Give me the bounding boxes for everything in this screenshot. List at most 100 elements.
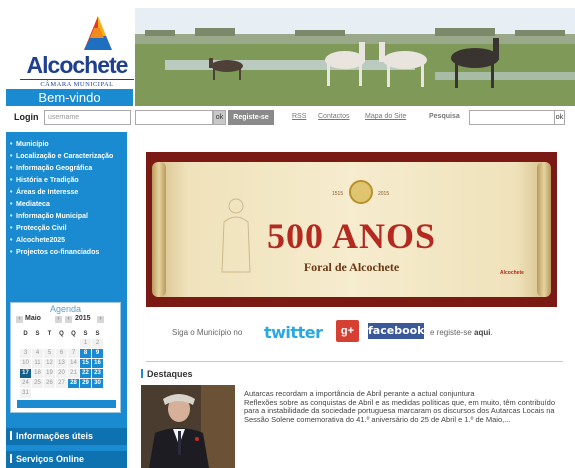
sidebar-item-informacao-municipal[interactable]: • Informação Municipal [6,211,127,223]
calendar-day[interactable]: 6 [56,349,67,358]
calendar-day[interactable]: 30 [92,379,103,388]
sidebar-item-historia[interactable]: • História e Tradição [6,175,127,187]
next-year-arrow-icon[interactable]: › [97,316,104,323]
poster-subtitle: Foral de Alcochete [303,260,400,274]
servicos-online-section[interactable]: Serviços Online [6,451,127,468]
username-input[interactable]: username [44,110,131,125]
rss-link[interactable]: RSS [292,113,306,120]
weekday-header: T [47,331,52,337]
sidebar-item-proteccao-civil[interactable]: • Protecção Civil [6,223,127,235]
calendar-day[interactable]: 20 [56,369,67,378]
weekday-header: D [23,331,28,337]
facebook-link[interactable]: facebook [368,323,425,339]
weekday-header: S [95,331,100,337]
calendar-blank [92,389,103,398]
poster-year-left: 1515 [332,191,344,197]
calendar-day[interactable]: 5 [44,349,55,358]
sitemap-link[interactable]: Mapa do Site [365,113,406,120]
calendar-day[interactable]: 16 [92,359,103,368]
sidebar-nav: • Município • Localização e Caracterização… [6,139,127,259]
search-ok-button[interactable]: ok [554,110,565,125]
section-marker-icon [141,369,143,378]
calendar-day[interactable]: 9 [92,349,103,358]
informacoes-uteis-section[interactable]: Informações úteis [6,428,127,445]
calendar-blank [56,339,67,348]
calendar-day[interactable]: 21 [68,369,79,378]
news-photo[interactable] [141,385,235,468]
next-month-arrow-icon[interactable]: › [55,316,62,323]
calendar-day[interactable]: 29 [80,379,91,388]
google-plus-link[interactable]: g+ [336,320,359,342]
calendar-day[interactable]: 23 [92,369,103,378]
login-label: Login [14,112,39,122]
calendar-day[interactable]: 25 [32,379,43,388]
sidebar-item-informacao-geografica[interactable]: • Informação Geográfica [6,163,127,175]
agenda-header: ‹ Maio › ‹ 2015 › [11,314,120,325]
contacts-link[interactable]: Contactos [318,113,350,120]
password-input[interactable] [135,110,213,125]
calendar-day[interactable]: 26 [44,379,55,388]
calendar-grid: D S T Q Q S S 1 2 3 4 5 6 7 8 9 10 11 12 13 14 15 16 17 18 19 20 21… [19,329,104,399]
calendar-day[interactable]: 4 [32,349,43,358]
calendar-day[interactable]: 17 [20,369,31,378]
calendar-day[interactable]: 13 [56,359,67,368]
calendar-day[interactable]: 11 [32,359,43,368]
prev-year-arrow-icon[interactable]: ‹ [65,316,72,323]
news-photo-portrait [141,385,235,468]
register-button[interactable]: Registe-se [228,110,274,125]
calendar-day[interactable]: 22 [80,369,91,378]
calendar-blank [44,389,55,398]
calendar-blank [20,339,31,348]
register-here-link[interactable]: aqui [474,328,490,337]
sidebar-item-municipio[interactable]: • Município [6,139,127,151]
login-ok-button[interactable]: ok [213,110,226,125]
calendar-day[interactable]: 2 [92,339,103,348]
sidebar-item-localizacao[interactable]: • Localização e Caracterização [6,151,127,163]
sidebar-item-projectos[interactable]: • Projectos co-financiados [6,247,127,259]
agenda-title: Agenda [49,304,82,314]
calendar-blank [68,339,79,348]
logo-subtitle: CÂMARA MUNICIPAL [20,79,134,88]
calendar-day[interactable]: 24 [20,379,31,388]
prev-month-arrow-icon[interactable]: ‹ [16,316,23,323]
agenda-footer-bar [17,400,116,408]
search-input[interactable] [469,110,565,125]
sidebar-item-alcochete2025[interactable]: • Alcochete2025 [6,235,127,247]
calendar-blank [32,339,43,348]
sidebar-item-areas-interesse[interactable]: • Áreas de Interesse [6,187,127,199]
news-item[interactable]: Autarcas recordam a importância de Abril… [244,389,562,424]
calendar-day[interactable]: 27 [56,379,67,388]
poster-500-anos[interactable]: 1515 2015 500 ANOS Foral de Alcochete Al… [146,152,557,307]
calendar-day[interactable]: 15 [80,359,91,368]
top-bar: Login username ok Registe-se RSS Contact… [6,109,575,127]
calendar-day[interactable]: 3 [20,349,31,358]
poster-year-right: 2015 [378,191,390,197]
calendar-day[interactable]: 18 [32,369,43,378]
logo[interactable]: Alcochete CÂMARA MUNICIPAL [6,8,134,88]
calendar-day[interactable]: 1 [80,339,91,348]
calendar-day[interactable]: 19 [44,369,55,378]
calendar-day[interactable]: 8 [80,349,91,358]
calendar-day[interactable]: 31 [20,389,31,398]
calendar-table: D S T Q Q S S 1 2 3 4 5 6 7 8 9 10 11 12 13 14 15 16 17 18 19 20 21… [19,329,104,399]
news-body: Reflexões sobre as conquistas de Abril e… [244,397,555,424]
poster-title: 500 ANOS [266,216,437,256]
logo-wordmark: Alcochete [26,52,129,78]
calendar-day[interactable]: 10 [20,359,31,368]
calendar-day[interactable]: 12 [44,359,55,368]
calendar-day[interactable]: 7 [68,349,79,358]
sidebar-item-mediateca[interactable]: • Mediateca [6,199,127,211]
search-label: Pesquisa [429,113,460,120]
calendar-blank [56,389,67,398]
section-marker-icon [10,454,12,463]
calendar-blank [44,339,55,348]
register-suffix: e registe-se aqui. [430,328,493,337]
calendar-day[interactable]: 28 [68,379,79,388]
header-photo-horses [135,8,575,106]
poster-scroll: 1515 2015 500 ANOS Foral de Alcochete Al… [152,162,551,297]
weekday-header: Q [59,331,64,337]
calendar-day[interactable]: 14 [68,359,79,368]
logo-sail-icon [84,16,112,50]
social-bar: Siga o Município no twitter g+ facebook … [146,320,557,344]
twitter-link[interactable]: twitter [264,323,323,342]
